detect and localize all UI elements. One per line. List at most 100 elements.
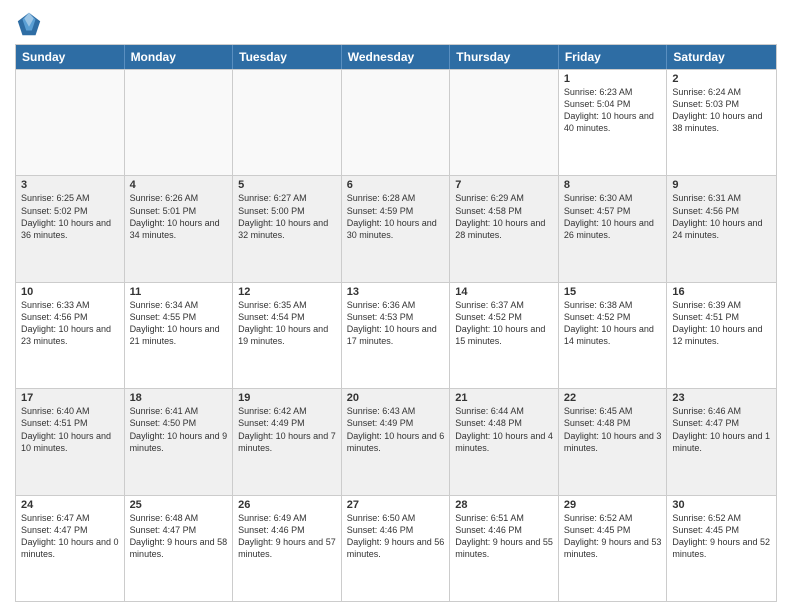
day-info: Sunrise: 6:28 AM Sunset: 4:59 PM Dayligh… (347, 192, 445, 241)
day-info: Sunrise: 6:51 AM Sunset: 4:46 PM Dayligh… (455, 512, 553, 561)
day-info: Sunrise: 6:37 AM Sunset: 4:52 PM Dayligh… (455, 299, 553, 348)
calendar-cell: 24Sunrise: 6:47 AM Sunset: 4:47 PM Dayli… (16, 496, 125, 601)
day-number: 9 (672, 179, 771, 191)
calendar-day-header: Friday (559, 45, 668, 69)
day-number: 28 (455, 499, 553, 511)
day-info: Sunrise: 6:23 AM Sunset: 5:04 PM Dayligh… (564, 86, 662, 135)
day-number: 14 (455, 286, 553, 298)
day-info: Sunrise: 6:47 AM Sunset: 4:47 PM Dayligh… (21, 512, 119, 561)
calendar-cell: 7Sunrise: 6:29 AM Sunset: 4:58 PM Daylig… (450, 176, 559, 281)
day-number: 4 (130, 179, 228, 191)
calendar-day-header: Monday (125, 45, 234, 69)
calendar-cell: 19Sunrise: 6:42 AM Sunset: 4:49 PM Dayli… (233, 389, 342, 494)
day-info: Sunrise: 6:36 AM Sunset: 4:53 PM Dayligh… (347, 299, 445, 348)
calendar-cell (450, 70, 559, 175)
calendar-cell: 20Sunrise: 6:43 AM Sunset: 4:49 PM Dayli… (342, 389, 451, 494)
day-number: 16 (672, 286, 771, 298)
day-info: Sunrise: 6:31 AM Sunset: 4:56 PM Dayligh… (672, 192, 771, 241)
calendar-cell: 11Sunrise: 6:34 AM Sunset: 4:55 PM Dayli… (125, 283, 234, 388)
day-info: Sunrise: 6:52 AM Sunset: 4:45 PM Dayligh… (672, 512, 771, 561)
day-info: Sunrise: 6:34 AM Sunset: 4:55 PM Dayligh… (130, 299, 228, 348)
calendar-cell: 15Sunrise: 6:38 AM Sunset: 4:52 PM Dayli… (559, 283, 668, 388)
day-info: Sunrise: 6:43 AM Sunset: 4:49 PM Dayligh… (347, 405, 445, 454)
calendar-cell: 2Sunrise: 6:24 AM Sunset: 5:03 PM Daylig… (667, 70, 776, 175)
day-number: 6 (347, 179, 445, 191)
calendar-cell: 21Sunrise: 6:44 AM Sunset: 4:48 PM Dayli… (450, 389, 559, 494)
page: SundayMondayTuesdayWednesdayThursdayFrid… (0, 0, 792, 612)
calendar-cell: 29Sunrise: 6:52 AM Sunset: 4:45 PM Dayli… (559, 496, 668, 601)
calendar-cell: 4Sunrise: 6:26 AM Sunset: 5:01 PM Daylig… (125, 176, 234, 281)
day-info: Sunrise: 6:33 AM Sunset: 4:56 PM Dayligh… (21, 299, 119, 348)
calendar-cell (125, 70, 234, 175)
day-number: 2 (672, 73, 771, 85)
day-number: 15 (564, 286, 662, 298)
day-info: Sunrise: 6:44 AM Sunset: 4:48 PM Dayligh… (455, 405, 553, 454)
day-number: 8 (564, 179, 662, 191)
day-number: 13 (347, 286, 445, 298)
calendar-day-header: Wednesday (342, 45, 451, 69)
day-info: Sunrise: 6:52 AM Sunset: 4:45 PM Dayligh… (564, 512, 662, 561)
day-number: 18 (130, 392, 228, 404)
day-info: Sunrise: 6:29 AM Sunset: 4:58 PM Dayligh… (455, 192, 553, 241)
day-info: Sunrise: 6:50 AM Sunset: 4:46 PM Dayligh… (347, 512, 445, 561)
day-number: 26 (238, 499, 336, 511)
calendar-cell: 13Sunrise: 6:36 AM Sunset: 4:53 PM Dayli… (342, 283, 451, 388)
day-number: 11 (130, 286, 228, 298)
day-number: 23 (672, 392, 771, 404)
day-info: Sunrise: 6:25 AM Sunset: 5:02 PM Dayligh… (21, 192, 119, 241)
calendar-cell (233, 70, 342, 175)
calendar-cell: 28Sunrise: 6:51 AM Sunset: 4:46 PM Dayli… (450, 496, 559, 601)
calendar-day-header: Thursday (450, 45, 559, 69)
day-number: 10 (21, 286, 119, 298)
day-number: 3 (21, 179, 119, 191)
calendar-cell: 5Sunrise: 6:27 AM Sunset: 5:00 PM Daylig… (233, 176, 342, 281)
calendar: SundayMondayTuesdayWednesdayThursdayFrid… (15, 44, 777, 602)
calendar-cell: 17Sunrise: 6:40 AM Sunset: 4:51 PM Dayli… (16, 389, 125, 494)
day-info: Sunrise: 6:42 AM Sunset: 4:49 PM Dayligh… (238, 405, 336, 454)
day-number: 1 (564, 73, 662, 85)
day-info: Sunrise: 6:38 AM Sunset: 4:52 PM Dayligh… (564, 299, 662, 348)
calendar-cell (342, 70, 451, 175)
calendar-cell: 10Sunrise: 6:33 AM Sunset: 4:56 PM Dayli… (16, 283, 125, 388)
calendar-cell: 6Sunrise: 6:28 AM Sunset: 4:59 PM Daylig… (342, 176, 451, 281)
day-info: Sunrise: 6:35 AM Sunset: 4:54 PM Dayligh… (238, 299, 336, 348)
day-number: 29 (564, 499, 662, 511)
calendar-cell: 30Sunrise: 6:52 AM Sunset: 4:45 PM Dayli… (667, 496, 776, 601)
day-number: 21 (455, 392, 553, 404)
calendar-cell: 22Sunrise: 6:45 AM Sunset: 4:48 PM Dayli… (559, 389, 668, 494)
calendar-cell: 25Sunrise: 6:48 AM Sunset: 4:47 PM Dayli… (125, 496, 234, 601)
calendar-header: SundayMondayTuesdayWednesdayThursdayFrid… (16, 45, 776, 69)
day-info: Sunrise: 6:26 AM Sunset: 5:01 PM Dayligh… (130, 192, 228, 241)
calendar-cell: 9Sunrise: 6:31 AM Sunset: 4:56 PM Daylig… (667, 176, 776, 281)
calendar-cell: 16Sunrise: 6:39 AM Sunset: 4:51 PM Dayli… (667, 283, 776, 388)
calendar-cell: 27Sunrise: 6:50 AM Sunset: 4:46 PM Dayli… (342, 496, 451, 601)
calendar-body: 1Sunrise: 6:23 AM Sunset: 5:04 PM Daylig… (16, 69, 776, 601)
calendar-row: 3Sunrise: 6:25 AM Sunset: 5:02 PM Daylig… (16, 175, 776, 281)
calendar-cell: 26Sunrise: 6:49 AM Sunset: 4:46 PM Dayli… (233, 496, 342, 601)
logo (15, 10, 47, 38)
calendar-row: 10Sunrise: 6:33 AM Sunset: 4:56 PM Dayli… (16, 282, 776, 388)
day-number: 17 (21, 392, 119, 404)
day-number: 22 (564, 392, 662, 404)
calendar-cell: 3Sunrise: 6:25 AM Sunset: 5:02 PM Daylig… (16, 176, 125, 281)
day-info: Sunrise: 6:45 AM Sunset: 4:48 PM Dayligh… (564, 405, 662, 454)
day-number: 20 (347, 392, 445, 404)
day-number: 25 (130, 499, 228, 511)
calendar-day-header: Sunday (16, 45, 125, 69)
day-number: 24 (21, 499, 119, 511)
logo-icon (15, 10, 43, 38)
calendar-cell (16, 70, 125, 175)
day-number: 7 (455, 179, 553, 191)
calendar-cell: 1Sunrise: 6:23 AM Sunset: 5:04 PM Daylig… (559, 70, 668, 175)
day-info: Sunrise: 6:46 AM Sunset: 4:47 PM Dayligh… (672, 405, 771, 454)
calendar-row: 1Sunrise: 6:23 AM Sunset: 5:04 PM Daylig… (16, 69, 776, 175)
calendar-cell: 8Sunrise: 6:30 AM Sunset: 4:57 PM Daylig… (559, 176, 668, 281)
day-info: Sunrise: 6:49 AM Sunset: 4:46 PM Dayligh… (238, 512, 336, 561)
day-info: Sunrise: 6:27 AM Sunset: 5:00 PM Dayligh… (238, 192, 336, 241)
calendar-cell: 18Sunrise: 6:41 AM Sunset: 4:50 PM Dayli… (125, 389, 234, 494)
calendar-row: 24Sunrise: 6:47 AM Sunset: 4:47 PM Dayli… (16, 495, 776, 601)
calendar-cell: 12Sunrise: 6:35 AM Sunset: 4:54 PM Dayli… (233, 283, 342, 388)
day-info: Sunrise: 6:48 AM Sunset: 4:47 PM Dayligh… (130, 512, 228, 561)
calendar-row: 17Sunrise: 6:40 AM Sunset: 4:51 PM Dayli… (16, 388, 776, 494)
calendar-day-header: Tuesday (233, 45, 342, 69)
